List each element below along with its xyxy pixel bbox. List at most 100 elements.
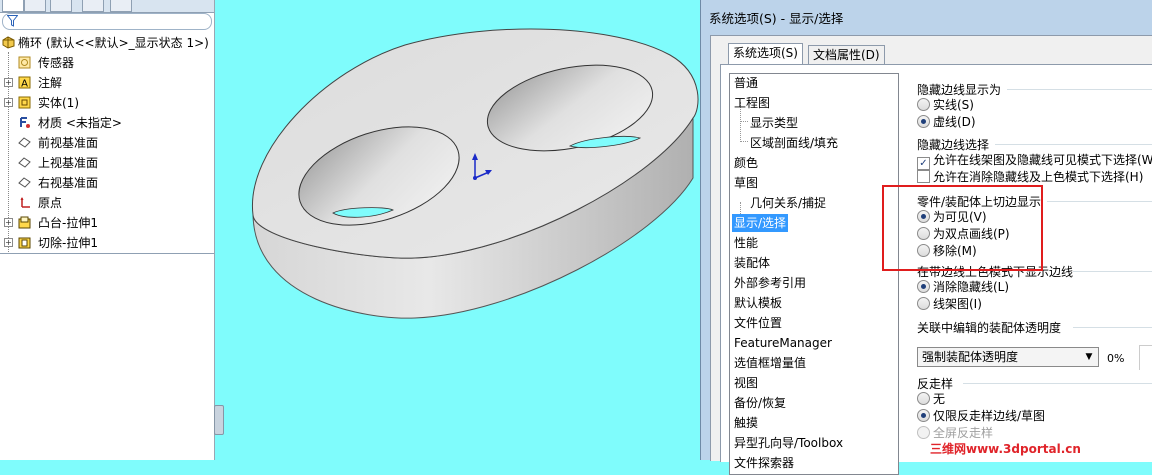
category-featuremanager[interactable]: FeatureManager bbox=[734, 334, 832, 352]
group-title-hidden-edges-select: 隐藏边线选择 bbox=[917, 138, 990, 152]
origin-icon bbox=[20, 197, 30, 208]
category-assemblies[interactable]: 装配体 bbox=[734, 254, 770, 272]
group-title-antialiasing: 反走样 bbox=[917, 377, 954, 391]
group-title-assembly-transparency: 关联中编辑的装配体透明度 bbox=[917, 321, 1062, 335]
tree-connector bbox=[740, 121, 748, 122]
highlight-box bbox=[882, 185, 1043, 271]
dialog-title: 系统选项(S) - 显示/选择 bbox=[709, 11, 844, 26]
tree-filter-input[interactable] bbox=[2, 13, 212, 30]
category-general[interactable]: 普通 bbox=[734, 74, 758, 92]
expand-icon[interactable]: + bbox=[4, 218, 13, 227]
option-label: 无 bbox=[933, 392, 946, 406]
configuration-manager-tab[interactable] bbox=[50, 0, 72, 12]
radio-dashed[interactable]: 虚线(D) bbox=[917, 114, 976, 130]
checkbox[interactable] bbox=[917, 170, 930, 183]
extrude-cut-icon bbox=[18, 237, 31, 249]
part-icon bbox=[2, 36, 15, 49]
checkbox-select-in-wireframe[interactable]: ✓ 允许在线架图及隐藏线可见模式下选择(W) bbox=[917, 152, 1152, 170]
divider bbox=[1073, 271, 1152, 272]
chevron-down-icon[interactable]: ▼ bbox=[1082, 348, 1096, 366]
category-drawings[interactable]: 工程图 bbox=[734, 94, 770, 112]
funnel-icon bbox=[7, 15, 18, 27]
settings-pane: 隐藏边线显示为 实线(S) 虚线(D) 隐藏边线选择 ✓ 允许在线架图及隐藏线可见… bbox=[907, 73, 1152, 473]
category-area-hatch[interactable]: 区域剖面线/填充 bbox=[750, 134, 838, 152]
property-manager-tab[interactable] bbox=[24, 0, 46, 12]
part-model[interactable] bbox=[215, 0, 700, 460]
radio-wireframe[interactable]: 线架图(I) bbox=[917, 296, 982, 312]
dimxpert-tab[interactable] bbox=[82, 0, 104, 12]
plane-icon bbox=[18, 157, 31, 168]
radio-aa-none[interactable]: 无 bbox=[917, 391, 945, 407]
checkbox-select-in-shaded[interactable]: 允许在消除隐藏线及上色模式下选择(H) bbox=[917, 169, 1143, 185]
expand-icon[interactable]: + bbox=[4, 78, 13, 87]
category-spin-box-increments[interactable]: 选值框增量值 bbox=[734, 354, 806, 372]
tab-document-properties[interactable]: 文档属性(D) bbox=[808, 45, 885, 64]
tree-item-label: 传感器 bbox=[38, 56, 75, 70]
transparency-select[interactable]: 强制装配体透明度 ▼ bbox=[917, 347, 1099, 367]
category-file-explorer[interactable]: 文件探索器 bbox=[734, 454, 794, 472]
display-manager-tab[interactable] bbox=[110, 0, 132, 12]
tree-item-part[interactable]: 椭环 (默认<<默认>_显示状态 1>) bbox=[0, 33, 214, 53]
category-list[interactable]: 普通 工程图 显示类型 区域剖面线/填充 颜色 草图 几何关系/捕捉 显示/选择… bbox=[729, 73, 899, 475]
radio-button[interactable] bbox=[917, 392, 930, 405]
option-label: 实线(S) bbox=[933, 98, 974, 112]
tree-connector bbox=[740, 141, 748, 142]
tree-item-label: 椭环 (默认<<默认>_显示状态 1>) bbox=[18, 36, 209, 50]
tree-item-label: 材质 <未指定> bbox=[38, 116, 122, 130]
radio-button[interactable] bbox=[917, 98, 930, 111]
sensor-icon bbox=[18, 56, 31, 69]
divider bbox=[1073, 327, 1152, 328]
radio-hlr[interactable]: 消除隐藏线(L) bbox=[917, 279, 1009, 295]
radio-aa-edges-sketches[interactable]: 仅限反走样边线/草图 bbox=[917, 408, 1045, 424]
tab-system-options[interactable]: 系统选项(S) bbox=[728, 43, 803, 64]
tree-item-boss-extrude[interactable]: + 凸台-拉伸1 bbox=[0, 213, 214, 233]
category-display-selection[interactable]: 显示/选择 bbox=[732, 214, 789, 232]
tree-item-label: 右视基准面 bbox=[38, 176, 99, 190]
category-sketch[interactable]: 草图 bbox=[734, 174, 758, 192]
option-label: 消除隐藏线(L) bbox=[933, 280, 1010, 294]
category-relations-snaps[interactable]: 几何关系/捕捉 bbox=[750, 194, 826, 212]
category-view[interactable]: 视图 bbox=[734, 374, 758, 392]
tree-item-label: 注解 bbox=[38, 76, 63, 90]
category-default-templates[interactable]: 默认模板 bbox=[734, 294, 782, 312]
tree-item-label: 前视基准面 bbox=[38, 136, 99, 150]
category-file-locations[interactable]: 文件位置 bbox=[734, 314, 782, 332]
category-performance[interactable]: 性能 bbox=[734, 234, 758, 252]
expand-icon[interactable]: + bbox=[4, 238, 13, 247]
tree-item-front-plane[interactable]: 前视基准面 bbox=[0, 133, 214, 153]
category-display-style[interactable]: 显示类型 bbox=[750, 114, 798, 132]
category-external-references[interactable]: 外部参考引用 bbox=[734, 274, 806, 292]
category-colors[interactable]: 颜色 bbox=[734, 154, 758, 172]
radio-button-selected[interactable] bbox=[917, 280, 930, 293]
option-label: 虚线(D) bbox=[933, 115, 976, 129]
watermark: 三维网www.3dportal.cn bbox=[930, 442, 1081, 456]
tree-item-annotations[interactable]: + A 注解 bbox=[0, 73, 214, 93]
graphics-viewport[interactable] bbox=[215, 0, 700, 460]
option-label: 全屏反走样 bbox=[933, 426, 994, 440]
radio-solid[interactable]: 实线(S) bbox=[917, 97, 974, 113]
option-label: 仅限反走样边线/草图 bbox=[933, 409, 1046, 423]
feature-manager-tab[interactable] bbox=[2, 0, 24, 12]
tree-item-label: 实体(1) bbox=[38, 96, 79, 110]
tree-item-material[interactable]: 材质 <未指定> bbox=[0, 113, 214, 133]
tree-item-right-plane[interactable]: 右视基准面 bbox=[0, 173, 214, 193]
expand-icon[interactable]: + bbox=[4, 98, 13, 107]
transparency-percent: 0% bbox=[1107, 352, 1125, 365]
divider bbox=[0, 253, 214, 254]
radio-button-selected[interactable] bbox=[917, 115, 930, 128]
tree-item-solid-bodies[interactable]: + 实体(1) bbox=[0, 93, 214, 113]
tree-item-sensors[interactable]: 传感器 bbox=[0, 53, 214, 73]
tree-item-origin[interactable]: 原点 bbox=[0, 193, 214, 213]
category-hole-wizard-toolbox[interactable]: 异型孔向导/Toolbox bbox=[734, 434, 843, 452]
transparency-slider[interactable] bbox=[1139, 345, 1152, 370]
tree-item-label: 切除-拉伸1 bbox=[38, 236, 98, 250]
category-backup-recover[interactable]: 备份/恢复 bbox=[734, 394, 786, 412]
tree-item-top-plane[interactable]: 上视基准面 bbox=[0, 153, 214, 173]
tree-item-cut-extrude[interactable]: + 切除-拉伸1 bbox=[0, 233, 214, 253]
option-label: 允许在线架图及隐藏线可见模式下选择(W) bbox=[933, 153, 1152, 167]
radio-button[interactable] bbox=[917, 297, 930, 310]
radio-button-selected[interactable] bbox=[917, 409, 930, 422]
plane-icon bbox=[18, 137, 31, 148]
category-touch[interactable]: 触摸 bbox=[734, 414, 758, 432]
solid-body-icon bbox=[18, 96, 31, 109]
